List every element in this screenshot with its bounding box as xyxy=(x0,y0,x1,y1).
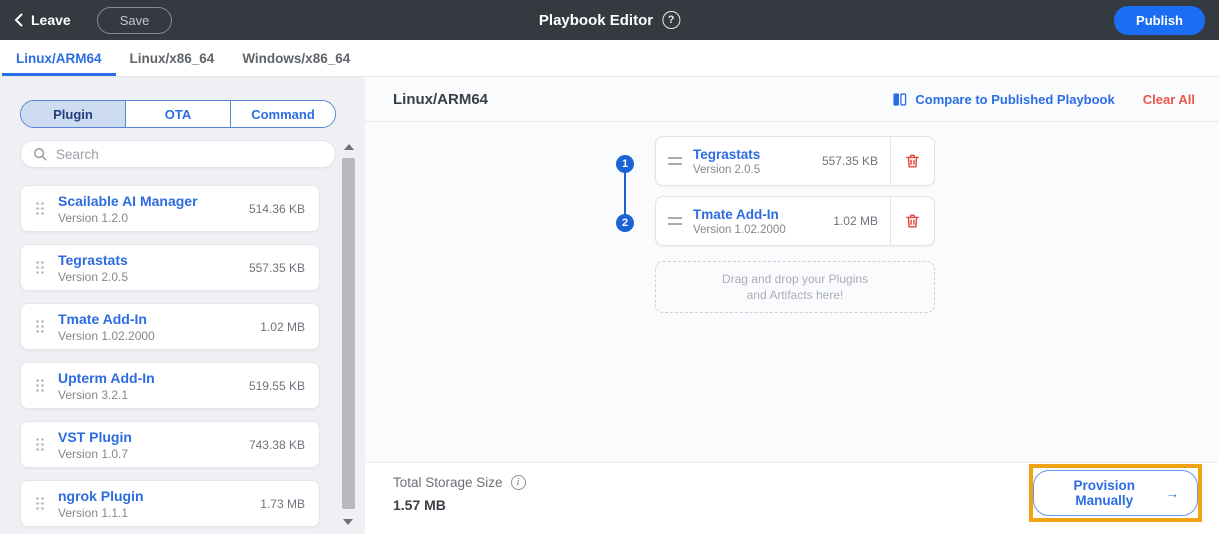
playbook-editor-app: Leave Save Playbook Editor ? Publish Lin… xyxy=(0,0,1219,534)
tab-linux-x86-64[interactable]: Linux/x86_64 xyxy=(116,40,229,76)
arrow-right-icon: → xyxy=(1165,485,1180,501)
clear-all-button[interactable]: Clear All xyxy=(1143,92,1195,107)
plugin-size: 557.35 KB xyxy=(248,260,305,275)
list-item[interactable]: ngrok Plugin Version 1.1.1 1.73 MB xyxy=(20,480,320,527)
plugin-size: 743.38 KB xyxy=(248,437,305,452)
step-badge: 2 xyxy=(616,214,634,232)
search-icon xyxy=(33,147,47,161)
step-badge: 1 xyxy=(616,155,634,173)
playbook-canvas: 1 2 Tegrastats Version 2.0.5 557.35 KB T… xyxy=(365,122,1219,462)
search-box[interactable] xyxy=(20,140,336,168)
plugin-size: 514.36 KB xyxy=(248,201,305,216)
chevron-left-icon xyxy=(14,13,23,27)
item-version: Version 2.0.5 xyxy=(693,163,761,176)
page-title: Playbook Editor ? xyxy=(539,11,681,29)
plugin-version: Version 1.1.1 xyxy=(58,505,129,520)
drag-handle-icon[interactable] xyxy=(35,260,45,275)
plugin-size: 1.02 MB xyxy=(260,319,305,334)
compare-icon xyxy=(893,92,907,106)
plugin-sidebar: Plugin OTA Command Scailable AI Manager … xyxy=(0,77,365,534)
drag-handle-icon[interactable] xyxy=(35,496,45,511)
top-bar: Leave Save Playbook Editor ? Publish xyxy=(0,0,1219,40)
drag-handle-icon[interactable] xyxy=(35,201,45,216)
drag-handle-icon[interactable] xyxy=(35,319,45,334)
provision-manually-button[interactable]: Provision Manually → xyxy=(1033,470,1198,516)
item-name[interactable]: Tegrastats xyxy=(693,147,760,162)
drag-handle-icon[interactable] xyxy=(668,157,682,165)
scroll-up-icon[interactable] xyxy=(343,144,354,150)
plugin-size: 519.55 KB xyxy=(248,378,305,393)
search-input[interactable] xyxy=(56,146,323,162)
plugin-version: Version 3.2.1 xyxy=(58,387,129,402)
drag-handle-icon[interactable] xyxy=(35,437,45,452)
list-item[interactable]: Tegrastats Version 2.0.5 557.35 KB xyxy=(20,244,320,291)
trash-icon xyxy=(906,154,919,168)
plugin-name[interactable]: VST Plugin xyxy=(58,429,132,445)
trash-icon xyxy=(906,214,919,228)
plugin-name[interactable]: Upterm Add-In xyxy=(58,370,155,386)
delete-item-button[interactable] xyxy=(890,197,934,245)
compare-to-published-link[interactable]: Compare to Published Playbook xyxy=(892,92,1115,107)
scrollbar-thumb[interactable] xyxy=(342,158,355,509)
plugin-version: Version 1.2.0 xyxy=(58,210,129,225)
segment-command[interactable]: Command xyxy=(230,101,335,127)
item-version: Version 1.02.2000 xyxy=(693,223,786,236)
segment-plugin[interactable]: Plugin xyxy=(21,101,125,127)
plugin-version: Version 2.0.5 xyxy=(58,269,129,284)
drag-handle-icon[interactable] xyxy=(35,378,45,393)
plugin-list: Scailable AI Manager Version 1.2.0 514.3… xyxy=(20,185,320,527)
list-item[interactable]: Upterm Add-In Version 3.2.1 519.55 KB xyxy=(20,362,320,409)
delete-item-button[interactable] xyxy=(890,137,934,185)
playbook-item[interactable]: Tegrastats Version 2.0.5 557.35 KB xyxy=(655,136,935,186)
list-item[interactable]: Tmate Add-In Version 1.02.2000 1.02 MB xyxy=(20,303,320,350)
plugin-version: Version 1.0.7 xyxy=(58,446,129,461)
help-icon[interactable]: ? xyxy=(662,11,681,29)
leave-label: Leave xyxy=(31,12,71,28)
info-icon[interactable]: i xyxy=(510,475,526,490)
dropzone-text-line2: and Artifacts here! xyxy=(746,288,844,302)
plugin-size: 1.73 MB xyxy=(260,496,305,511)
playbook-main-panel: Linux/ARM64 Compare to Published Playboo… xyxy=(365,77,1219,534)
item-size: 557.35 KB xyxy=(821,154,878,168)
sidebar-type-switcher: Plugin OTA Command xyxy=(20,100,336,128)
sidebar-scrollbar[interactable] xyxy=(341,144,356,525)
publish-button[interactable]: Publish xyxy=(1114,5,1205,35)
item-name[interactable]: Tmate Add-In xyxy=(693,207,786,222)
plugin-name[interactable]: Scailable AI Manager xyxy=(58,193,198,209)
drag-drop-zone[interactable]: Drag and drop your Plugins and Artifacts… xyxy=(655,261,935,313)
main-footer: Total Storage Size i 1.57 MB Provision M… xyxy=(365,462,1219,534)
playbook-item[interactable]: Tmate Add-In Version 1.02.2000 1.02 MB xyxy=(655,196,935,246)
main-header: Linux/ARM64 Compare to Published Playboo… xyxy=(365,77,1219,122)
leave-button[interactable]: Leave xyxy=(14,12,71,28)
list-item[interactable]: VST Plugin Version 1.0.7 743.38 KB xyxy=(20,421,320,468)
tab-windows-x86-64[interactable]: Windows/x86_64 xyxy=(228,40,364,76)
total-storage-label: Total Storage Size xyxy=(393,475,503,490)
dropzone-text-line1: Drag and drop your Plugins xyxy=(721,272,869,286)
segment-ota[interactable]: OTA xyxy=(125,101,230,127)
drag-handle-icon[interactable] xyxy=(668,217,682,225)
list-item[interactable]: Scailable AI Manager Version 1.2.0 514.3… xyxy=(20,185,320,232)
plugin-name[interactable]: Tegrastats xyxy=(58,252,128,268)
scroll-down-icon[interactable] xyxy=(343,519,353,525)
item-size: 1.02 MB xyxy=(833,214,878,228)
platform-tabs: Linux/ARM64 Linux/x86_64 Windows/x86_64 xyxy=(0,40,1219,77)
plugin-name[interactable]: ngrok Plugin xyxy=(58,488,144,504)
plugin-version: Version 1.02.2000 xyxy=(58,328,155,343)
highlight-annotation: Provision Manually → xyxy=(1029,464,1202,522)
tab-linux-arm64[interactable]: Linux/ARM64 xyxy=(2,40,116,76)
main-title: Linux/ARM64 xyxy=(393,90,489,108)
save-button[interactable]: Save xyxy=(96,6,173,34)
plugin-name[interactable]: Tmate Add-In xyxy=(58,311,155,327)
